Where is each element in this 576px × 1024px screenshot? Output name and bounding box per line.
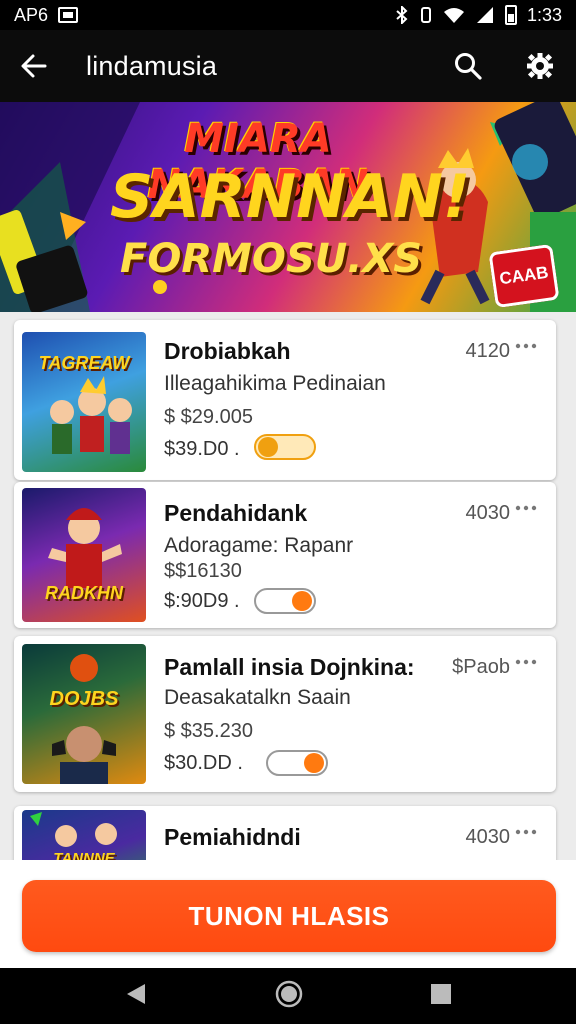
game-thumbnail: RADKHN — [22, 488, 146, 622]
bluetooth-icon — [396, 6, 408, 24]
item-toggle[interactable] — [254, 588, 316, 614]
app-title: lindamusia — [86, 50, 218, 81]
banner-title: SARNNAN! — [110, 162, 471, 232]
item-subtitle: Illeagahikima Pedinaian — [164, 372, 386, 395]
more-vertical-icon — [515, 659, 537, 665]
gallery-notification-icon — [58, 7, 79, 23]
item-title: Drobiabkah — [164, 338, 291, 364]
list-item[interactable]: RADKHN Pendahidank 4030 Adoragame: Rapan… — [14, 482, 556, 628]
more-vertical-icon — [515, 829, 537, 835]
nav-back-button[interactable] — [123, 981, 149, 1012]
nav-back-icon — [126, 983, 145, 1004]
status-carrier: AP6 — [14, 4, 49, 25]
app-bar: lindamusia — [0, 30, 576, 102]
primary-action-button[interactable]: TUNON HLASIS — [22, 880, 556, 952]
system-nav-bar — [0, 968, 576, 1024]
status-time: 1:33 — [526, 4, 562, 25]
more-options-button[interactable] — [514, 650, 538, 680]
item-meta: $Paob — [452, 656, 510, 678]
more-vertical-icon — [515, 343, 537, 349]
vibrate-icon — [420, 7, 431, 23]
item-toggle[interactable] — [266, 750, 328, 776]
nav-recents-button[interactable] — [429, 982, 453, 1011]
wifi-icon — [443, 8, 464, 23]
back-arrow-icon — [21, 54, 47, 78]
battery-icon — [504, 5, 517, 25]
thumbnail-label: DOJBS — [49, 688, 119, 710]
item-original-price: $ $29.005 — [164, 406, 253, 428]
game-thumbnail: DOJBS — [22, 644, 146, 784]
item-meta: 4030 — [465, 502, 511, 524]
item-title: Pamlall insia Dojnkina: — [164, 654, 415, 680]
item-original-price: $ $35.230 — [164, 720, 253, 742]
item-subtitle: Deasakatalkn Saain — [164, 686, 351, 709]
settings-button[interactable] — [504, 30, 576, 102]
list-item[interactable]: TAGREAW Drobiabkah 4120 Illeagahikima Pe… — [14, 320, 556, 480]
item-price: $:90D9 . — [164, 590, 240, 612]
banner-subtitle: FORMOSU.XS — [120, 236, 423, 282]
product-list[interactable]: TAGREAW Drobiabkah 4120 Illeagahikima Pe… — [0, 312, 576, 860]
back-button[interactable] — [0, 30, 68, 102]
promo-banner[interactable]: MIARA NAKABAN SARNNAN! FORMOSU.XS CAAB — [0, 102, 576, 312]
item-subtitle: Adoragame: Rapanr — [164, 534, 354, 557]
toggle-knob — [292, 591, 312, 611]
thumbnail-label: RADKHN — [45, 583, 123, 603]
more-options-button[interactable] — [514, 334, 538, 364]
thumbnail-label: TANNNE — [53, 850, 115, 860]
thumbnail-art — [52, 654, 116, 784]
bottom-action-area: TUNON HLASIS — [0, 860, 576, 968]
more-vertical-icon — [515, 505, 537, 511]
toggle-knob — [258, 437, 278, 457]
toggle-knob — [304, 753, 324, 773]
banner-badge: CAAB — [488, 243, 560, 309]
item-price: $30.DD . — [164, 752, 243, 774]
list-item[interactable]: DOJBS Pamlall insia Dojnkina: $Paob Deas… — [14, 636, 556, 792]
item-toggle[interactable] — [254, 434, 316, 460]
search-button[interactable] — [432, 30, 504, 102]
more-options-button[interactable] — [514, 820, 538, 850]
item-meta: 4030 — [465, 826, 511, 848]
list-item[interactable]: TANNNE Pemiahidndi 4030 — [14, 806, 556, 860]
item-original-price: $$16130 — [164, 560, 242, 582]
item-title: Pendahidank — [164, 500, 308, 526]
settings-icon — [527, 53, 553, 79]
item-title: Pemiahidndi — [164, 824, 301, 850]
item-meta: 4120 — [465, 340, 511, 362]
search-icon — [455, 53, 482, 80]
item-price: $39.D0 . — [164, 438, 240, 460]
signal-icon — [476, 7, 493, 23]
nav-home-icon — [275, 980, 303, 1007]
more-options-button[interactable] — [514, 496, 538, 526]
status-bar: AP6 1:33 — [0, 0, 576, 30]
game-thumbnail: TANNNE — [22, 810, 146, 860]
thumbnail-label: TAGREAW — [38, 353, 130, 373]
nav-recents-icon — [431, 983, 452, 1004]
nav-home-button[interactable] — [274, 979, 304, 1014]
game-thumbnail: TAGREAW — [22, 332, 146, 472]
